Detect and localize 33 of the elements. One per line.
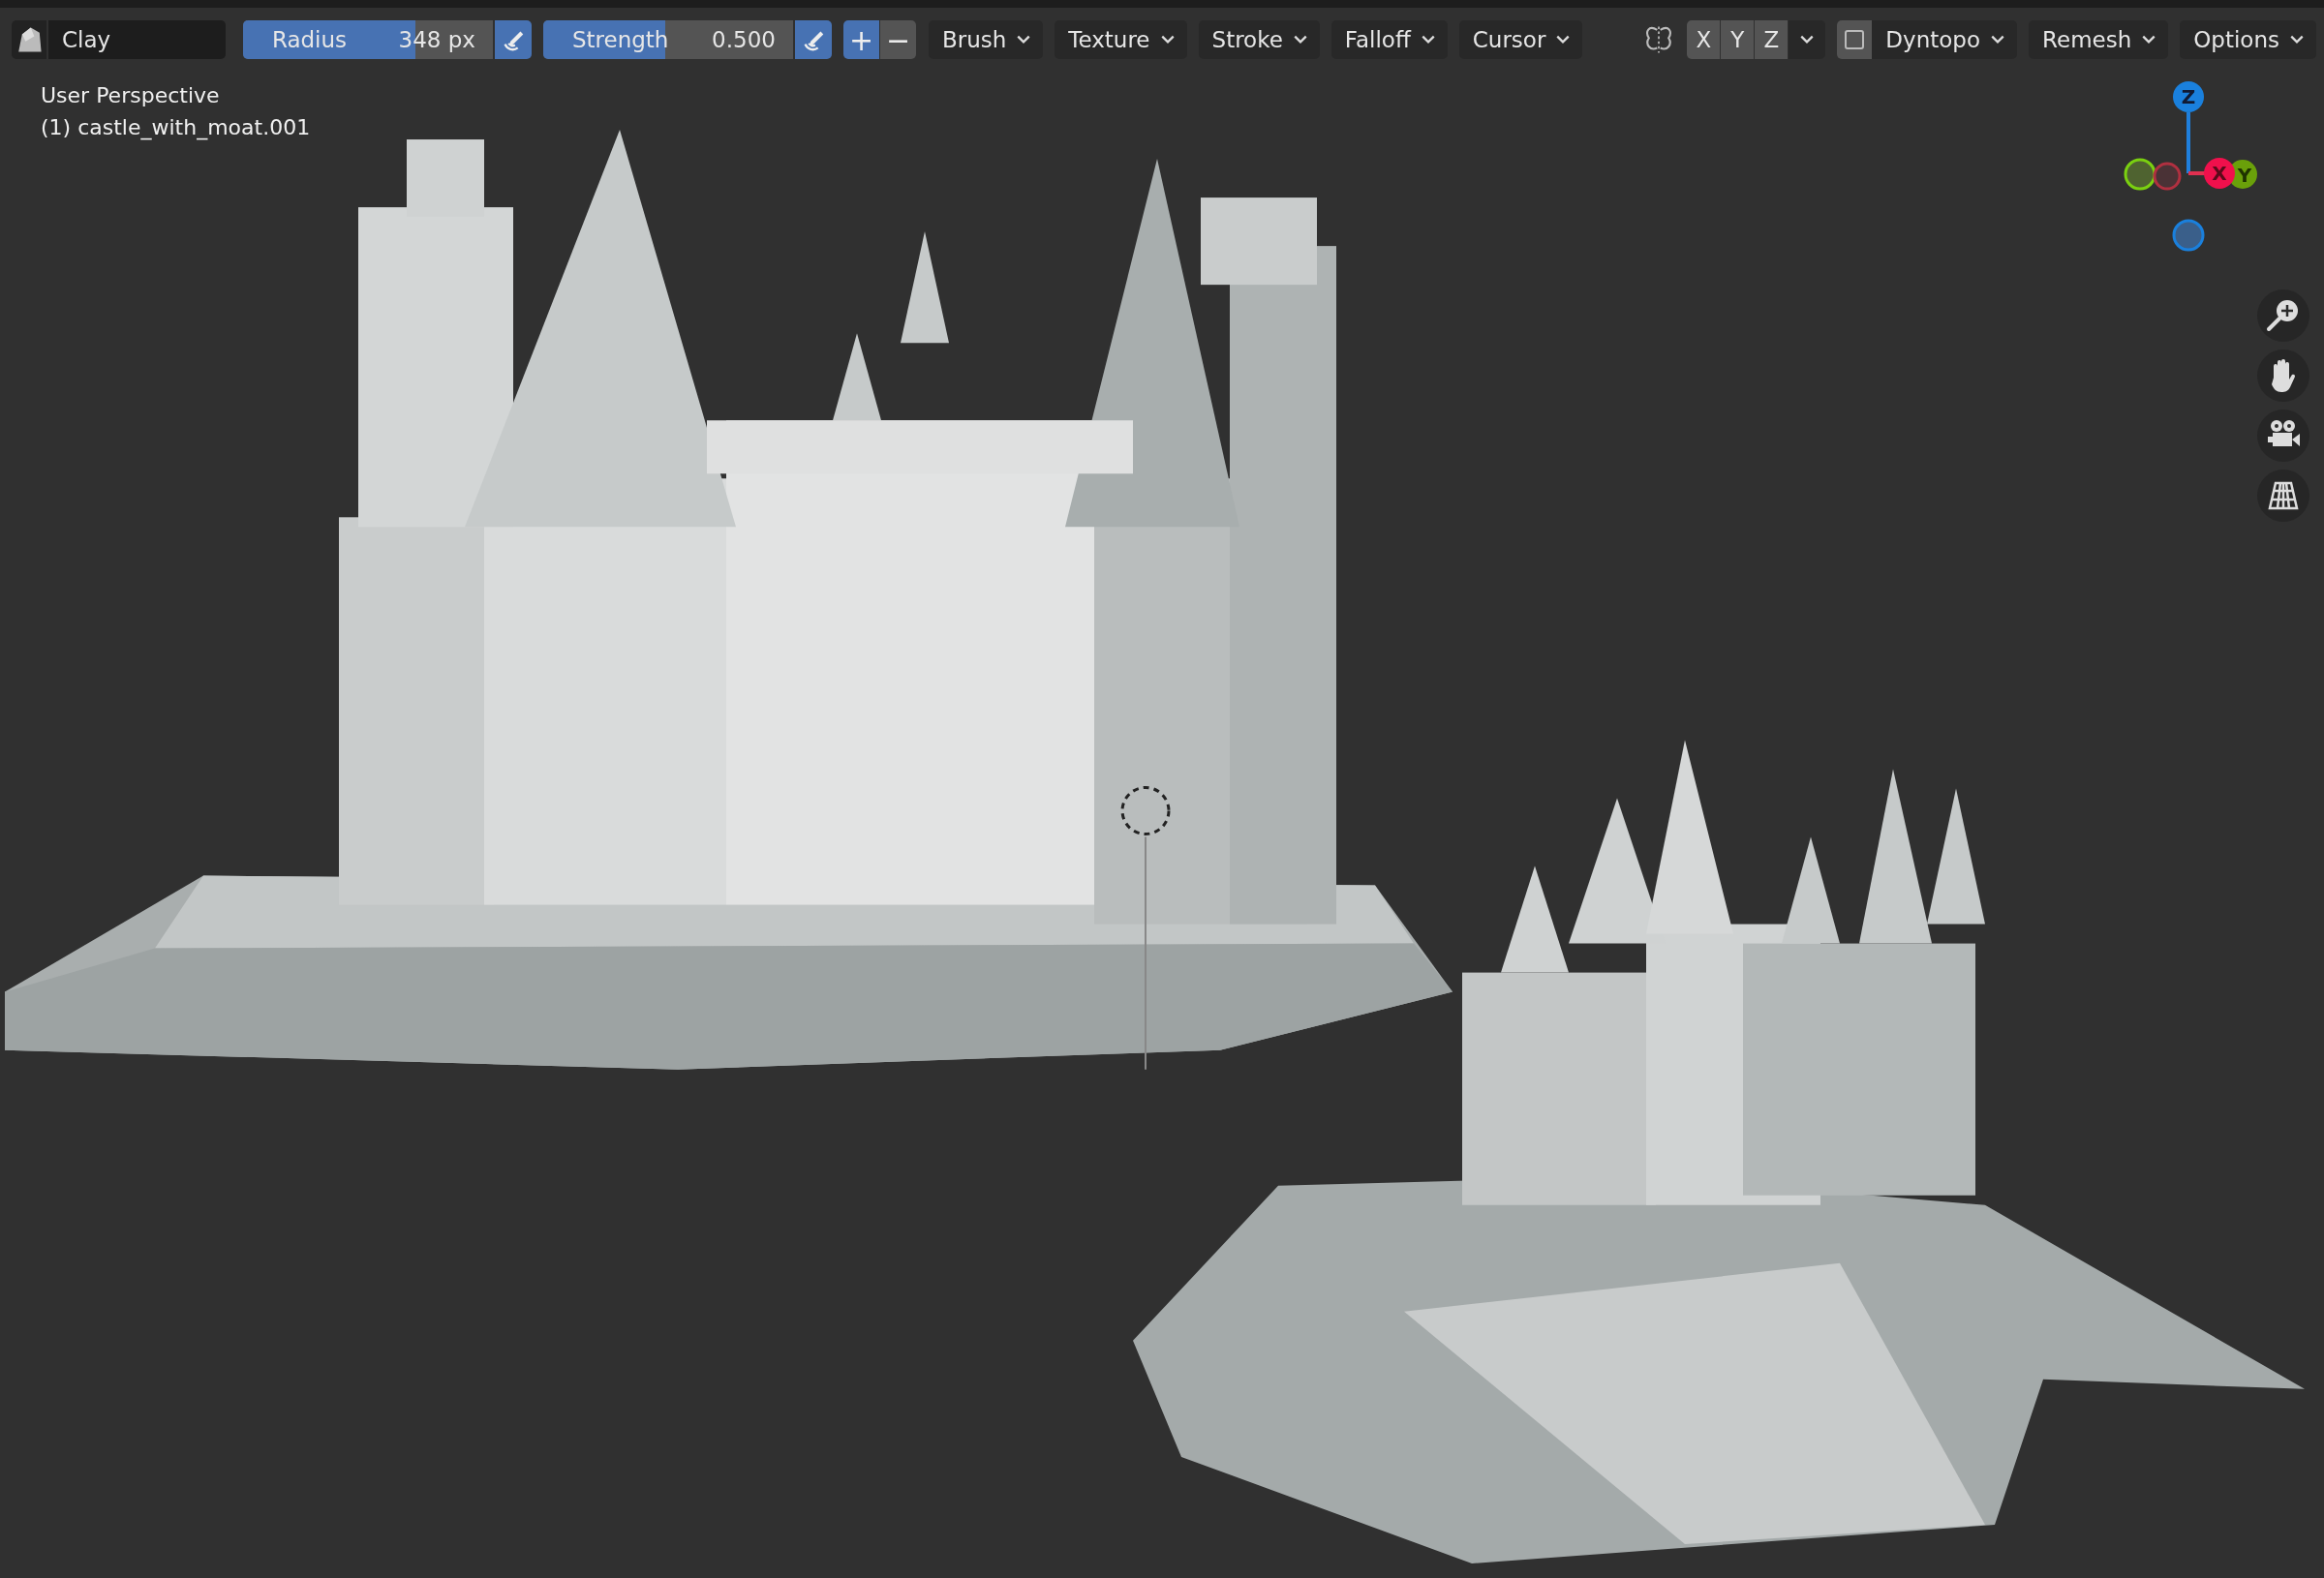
caret-icon (1159, 34, 1176, 46)
pressure-pen-button[interactable] (494, 20, 532, 59)
menu-dropdown[interactable]: Options (2180, 20, 2316, 59)
checkbox[interactable] (1845, 30, 1865, 49)
caret-icon (1990, 34, 2006, 46)
caret-icon (1555, 34, 1572, 46)
caret-icon (1799, 34, 1816, 46)
axis-toggle-button[interactable]: X (1687, 20, 1721, 59)
caret-icon (2141, 34, 2157, 46)
menu-dropdown[interactable]: Cursor (1458, 20, 1583, 59)
object-name-label: (1) castle_with_moat.001 (41, 115, 311, 139)
caret-icon (1420, 34, 1436, 46)
axis-gizmo[interactable]: Z X Y (2121, 72, 2266, 285)
direction-button[interactable]: + (842, 20, 879, 59)
menu-dropdown[interactable]: Texture (1055, 20, 1187, 59)
brush-name-field[interactable]: Clay (48, 20, 226, 59)
menu-dropdown[interactable]: Falloff (1330, 20, 1448, 59)
caret-icon (1016, 34, 1032, 46)
brush-cursor-icon (1120, 786, 1171, 835)
checkbox-button[interactable] (1837, 20, 1873, 59)
menu-dropdown[interactable]: Brush (928, 20, 1044, 59)
direction-button[interactable]: − (879, 20, 916, 59)
caret-icon (2289, 34, 2305, 46)
caret-icon (1292, 34, 1308, 46)
axis-toggle-button[interactable]: Z (1755, 20, 1789, 59)
pressure-pen-button[interactable] (794, 20, 832, 59)
menu-dropdown[interactable]: Remesh (2029, 20, 2169, 59)
menu-dropdown[interactable]: Stroke (1198, 20, 1320, 59)
symmetry-dropdown-button[interactable] (1789, 20, 1826, 59)
axis-toggle-button[interactable]: Y (1721, 20, 1755, 59)
brush-thumbnail-icon[interactable] (12, 20, 46, 59)
menu-dropdown[interactable]: Dyntopo (1872, 20, 2018, 59)
view-name-label: User Perspective (41, 83, 221, 107)
